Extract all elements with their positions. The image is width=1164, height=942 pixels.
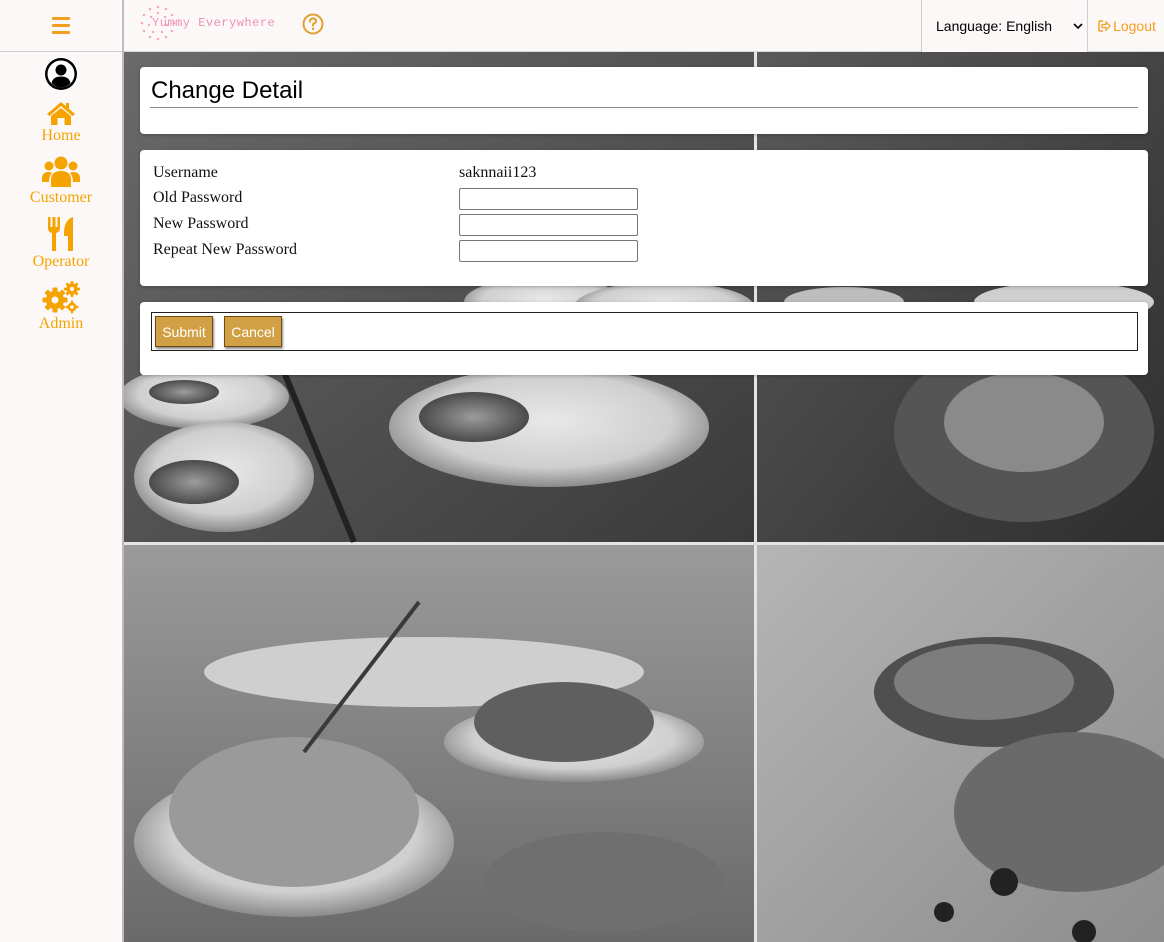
cancel-button[interactable]: Cancel bbox=[224, 316, 282, 347]
sidebar-item-label: Admin bbox=[38, 315, 84, 332]
username-label: Username bbox=[153, 164, 218, 181]
sidebar-item-label: Home bbox=[41, 127, 81, 144]
sidebar-item-label: Customer bbox=[29, 189, 93, 206]
repeat-password-field[interactable] bbox=[459, 240, 638, 262]
hamburger-icon bbox=[52, 17, 70, 34]
language-select[interactable]: Language: English bbox=[924, 11, 1087, 41]
help-button[interactable] bbox=[302, 13, 324, 40]
menu-toggle-button[interactable] bbox=[0, 0, 122, 52]
sign-out-icon bbox=[1098, 20, 1111, 32]
change-detail-form: Username saknnaii123 Old Password New Pa… bbox=[140, 150, 1148, 286]
logo-text: Yummy Everywhere bbox=[152, 16, 276, 30]
logout-button[interactable]: Logout bbox=[1090, 0, 1164, 52]
users-icon bbox=[42, 156, 80, 187]
page-title: Change Detail bbox=[151, 77, 304, 104]
submit-button[interactable]: Submit bbox=[155, 316, 213, 347]
new-password-label: New Password bbox=[153, 215, 249, 232]
top-header: Yummy Everywhere Language: English Logou… bbox=[124, 0, 1164, 52]
sidebar-item-admin[interactable]: Admin bbox=[0, 280, 122, 333]
username-value: saknnaii123 bbox=[459, 164, 537, 181]
cogs-icon bbox=[42, 281, 80, 314]
sidebar-item-label: Operator bbox=[32, 253, 90, 270]
utensils-icon bbox=[48, 217, 73, 251]
sidebar-item-customer[interactable]: Customer bbox=[0, 154, 122, 207]
repeat-password-label: Repeat New Password bbox=[153, 241, 297, 258]
title-divider bbox=[150, 107, 1138, 108]
logout-label: Logout bbox=[1113, 18, 1156, 34]
button-bar: Submit Cancel bbox=[151, 312, 1138, 351]
language-selected-value: Language: English bbox=[936, 18, 1052, 34]
profile-avatar[interactable] bbox=[0, 57, 122, 91]
chevron-down-icon bbox=[1073, 23, 1083, 30]
question-circle-icon bbox=[302, 13, 324, 35]
sidebar-item-home[interactable]: Home bbox=[0, 100, 122, 145]
old-password-label: Old Password bbox=[153, 189, 243, 206]
sidebar-item-operator[interactable]: Operator bbox=[0, 216, 122, 271]
brand-logo[interactable]: Yummy Everywhere bbox=[138, 3, 275, 43]
title-card: Change Detail bbox=[140, 67, 1148, 134]
user-circle-icon bbox=[45, 58, 77, 90]
sidebar: Home Customer Operator Admin bbox=[0, 0, 124, 942]
new-password-field[interactable] bbox=[459, 214, 638, 236]
home-icon bbox=[47, 102, 75, 125]
old-password-field[interactable] bbox=[459, 188, 638, 210]
actions-card: Submit Cancel bbox=[140, 302, 1148, 375]
language-selector[interactable]: Language: English bbox=[921, 0, 1088, 52]
